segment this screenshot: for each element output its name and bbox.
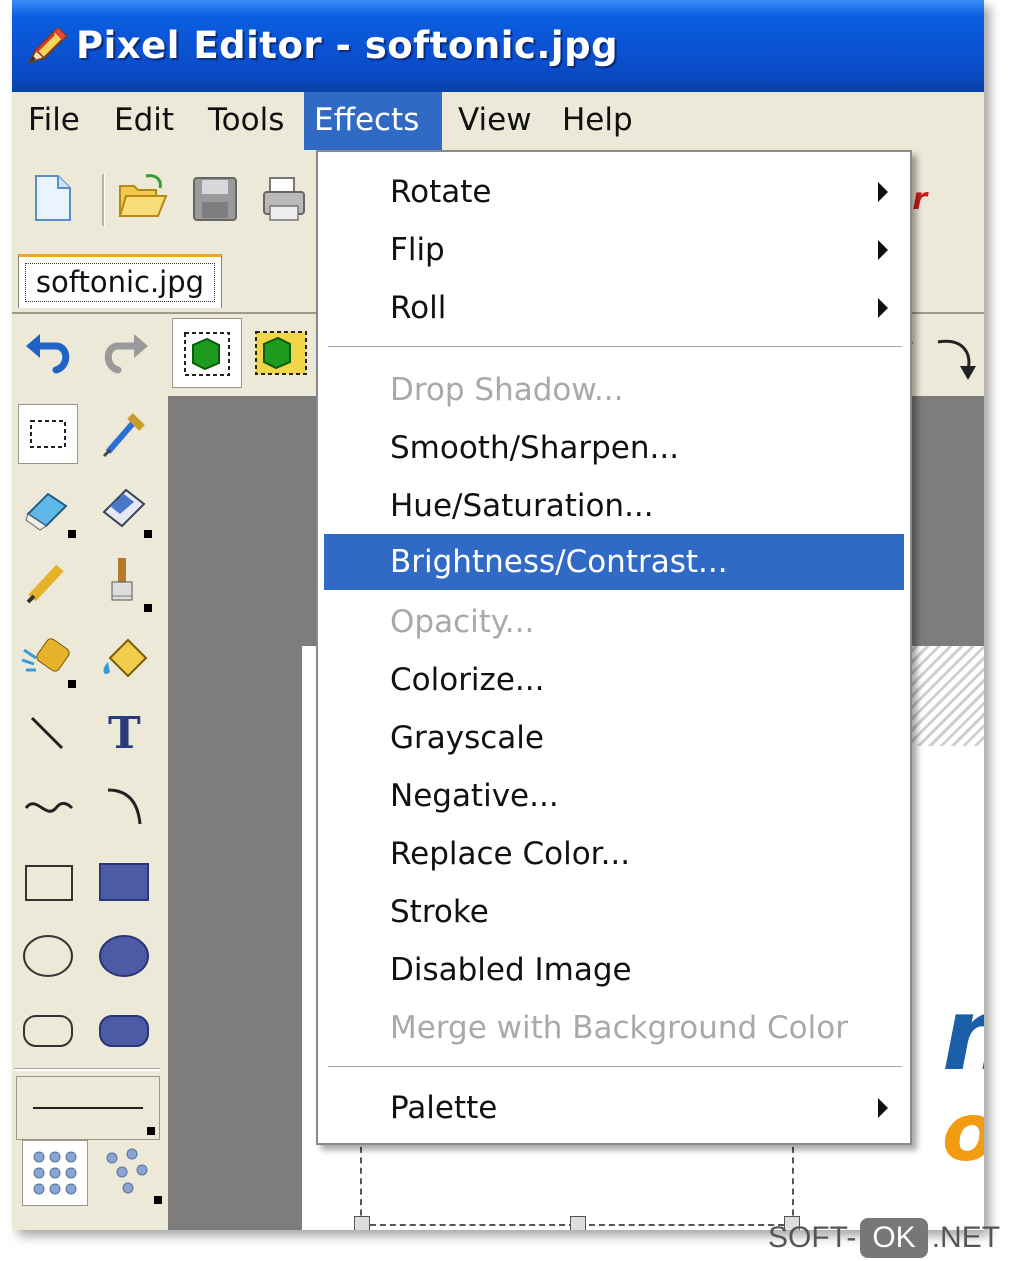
palette-divider [14,1068,160,1071]
menu-item-grayscale[interactable]: Grayscale [324,710,904,766]
menu-item-merge-background: Merge with Background Color [390,1010,848,1046]
filled-rectangle-icon[interactable] [94,852,154,912]
effects-menu: Rotate Flip Roll Drop Shadow... Smooth/S… [316,150,912,1145]
color-eraser-icon[interactable] [94,478,154,538]
open-folder-icon[interactable] [116,170,170,226]
menu-item-roll[interactable]: Roll [324,280,904,336]
title-bar[interactable]: Pixel Editor - softonic.jpg [12,0,984,92]
menu-separator [328,346,902,348]
menu-item-disabled-image[interactable]: Disabled Image [324,942,904,998]
menu-item-palette[interactable]: Palette [324,1080,904,1136]
line-width-selector[interactable] [16,1076,160,1140]
menu-view[interactable]: View [448,92,542,150]
rotate-arrow-icon[interactable] [932,328,982,384]
logo-fragment-top: ni [942,976,984,1093]
text-icon[interactable]: T [94,702,154,762]
app-window: Pixel Editor - softonic.jpg File Edit To… [12,0,984,1230]
brush-icon[interactable] [94,552,154,612]
menu-edit[interactable]: Edit [104,92,184,150]
eyedropper-icon[interactable] [94,404,154,464]
dot-pattern-icon[interactable] [22,1140,88,1206]
rectangle-icon[interactable] [18,852,78,912]
filled-rounded-rect-icon[interactable] [94,1000,154,1060]
watermark-ok: OK [860,1218,928,1258]
curve-icon[interactable] [18,776,78,836]
menu-item-hue-saturation[interactable]: Hue/Saturation... [324,478,904,534]
scatter-pattern-icon[interactable] [98,1140,164,1206]
menu-item-replace-color[interactable]: Replace Color... [324,826,904,882]
select-mode-icon[interactable] [172,318,242,388]
submenu-arrow-icon [878,298,888,318]
eraser-icon[interactable] [18,478,78,538]
menu-item-label: Flip [390,232,445,268]
watermark-left: SOFT- [768,1221,857,1254]
redo-icon[interactable] [96,326,152,382]
menu-item-opacity: Opacity... [390,604,535,640]
watermark-right: .NET [931,1221,1001,1254]
spray-icon[interactable] [18,628,78,688]
window-title: Pixel Editor - softonic.jpg [76,24,619,67]
undo-icon[interactable] [22,326,78,382]
menu-item-label: Roll [390,290,447,326]
tab-softonic[interactable]: softonic.jpg [18,254,222,308]
rounded-rect-icon[interactable] [18,1000,78,1060]
menu-item-drop-shadow: Drop Shadow... [390,372,624,408]
tool-palette: T [12,396,170,1230]
filled-ellipse-icon[interactable] [94,926,154,986]
menu-item-stroke[interactable]: Stroke [324,884,904,940]
tab-label: softonic.jpg [25,263,215,302]
submenu-arrow-icon [878,182,888,202]
select-mode-alt-icon[interactable] [250,318,310,388]
selection-handle[interactable] [354,1216,370,1230]
new-file-icon[interactable] [26,170,80,226]
menu-item-label: Rotate [390,174,492,210]
pencil-app-icon [28,26,68,64]
watermark: SOFT- OK .NET [768,1218,1000,1258]
logo-fragment-bottom: or [942,1086,984,1179]
menu-item-colorize[interactable]: Colorize... [324,652,904,708]
menu-file[interactable]: File [18,92,90,150]
save-disk-icon[interactable] [188,170,242,226]
menu-tools[interactable]: Tools [198,92,294,150]
fill-bucket-icon[interactable] [94,628,154,688]
menu-item-smooth-sharpen[interactable]: Smooth/Sharpen... [324,420,904,476]
menu-separator [328,1066,902,1068]
line-icon[interactable] [18,702,78,762]
selection-handle[interactable] [570,1216,586,1230]
menu-effects[interactable]: Effects [304,92,442,150]
menu-item-flip[interactable]: Flip [324,222,904,278]
menu-help[interactable]: Help [552,92,643,150]
menu-item-rotate[interactable]: Rotate [324,164,904,220]
menu-item-negative[interactable]: Negative... [324,768,904,824]
arc-icon[interactable] [94,776,154,836]
pencil-icon[interactable] [18,552,78,612]
menu-item-label: Palette [390,1090,498,1126]
rect-select-icon[interactable] [18,404,78,464]
ellipse-icon[interactable] [18,926,78,986]
svg-text:T: T [108,708,141,759]
menu-bar: File Edit Tools Effects View Help [12,92,984,153]
menu-item-brightness-contrast[interactable]: Brightness/Contrast... [324,534,904,590]
toolbar-separator [102,174,105,226]
submenu-arrow-icon [878,240,888,260]
print-icon[interactable] [258,170,312,226]
submenu-arrow-icon [878,1098,888,1118]
